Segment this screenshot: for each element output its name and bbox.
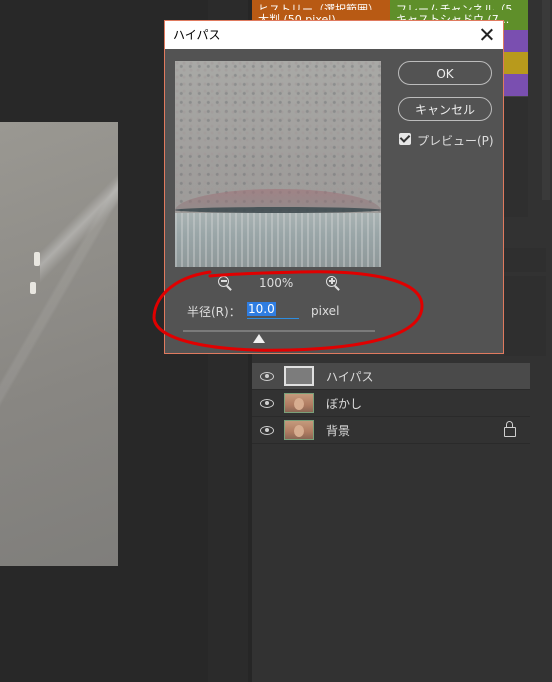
layer-row-blur[interactable]: ぼかし [252, 390, 530, 417]
action-swatch [504, 74, 528, 96]
preview-lower-lip [175, 213, 381, 267]
layer-name: ハイパス [326, 369, 374, 384]
layers-options [504, 276, 546, 356]
canvas-speck [34, 252, 40, 266]
layer-name: 背景 [326, 423, 351, 438]
visibility-eye-icon[interactable] [260, 372, 274, 381]
filter-preview-image[interactable] [175, 61, 381, 267]
dialog-titlebar[interactable]: ハイパス [165, 21, 503, 49]
close-icon[interactable] [477, 25, 497, 45]
visibility-eye-icon[interactable] [260, 426, 274, 435]
cancel-button[interactable]: キャンセル [398, 97, 492, 121]
layer-thumbnail [284, 366, 314, 386]
layer-row-background[interactable]: 背景 [252, 417, 530, 444]
dialog-title: ハイパス [173, 28, 221, 42]
canvas-highlight-edge [40, 122, 118, 332]
preview-checkbox[interactable] [399, 133, 411, 145]
layer-row-highpass[interactable]: ハイパス [252, 363, 530, 390]
red-annotation-ellipse [152, 270, 424, 352]
layers-panel-header [504, 248, 546, 272]
canvas-speck [30, 282, 36, 294]
layer-thumbnail [284, 393, 314, 413]
ok-button[interactable]: OK [398, 61, 492, 85]
action-swatch [504, 30, 528, 52]
lock-icon [504, 421, 516, 437]
action-list [504, 96, 528, 217]
scrollbar[interactable] [542, 0, 550, 200]
layer-thumbnail [284, 420, 314, 440]
preview-label: プレビュー(P) [417, 134, 494, 148]
action-swatch [504, 52, 528, 74]
visibility-eye-icon[interactable] [260, 399, 274, 408]
layer-name: ぼかし [326, 396, 363, 411]
